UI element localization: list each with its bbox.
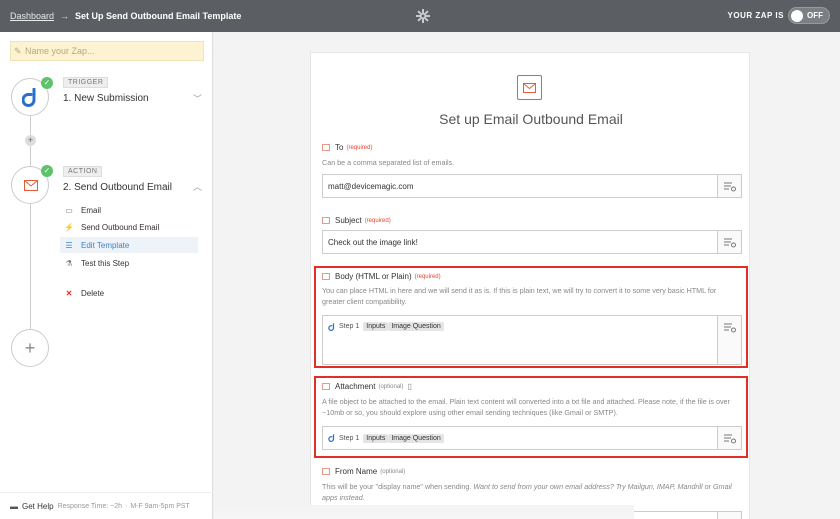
action-badge: ACTION: [63, 166, 103, 177]
top-bar: Dashboard → Set Up Send Outbound Email T…: [0, 0, 840, 32]
get-help-label: Get Help: [22, 501, 54, 511]
chevron-down-icon[interactable]: ﹀: [193, 92, 202, 105]
sidebar-item-send-outbound-email[interactable]: ⚡ Send Outbound Email: [60, 219, 198, 235]
to-help: Can be a comma separated list of emails.: [322, 158, 455, 167]
field-type-icon: [322, 144, 330, 151]
step-complete-check-icon: ✓: [41, 165, 53, 177]
to-input[interactable]: matt@devicemagic.com: [322, 174, 742, 198]
flask-icon: ⚗: [65, 258, 73, 268]
to-value: matt@devicemagic.com: [328, 181, 414, 191]
close-icon: ✕: [65, 288, 73, 298]
email-icon: [523, 83, 536, 93]
toggle-label: OFF: [807, 11, 823, 20]
breadcrumb-dashboard-link[interactable]: Dashboard: [10, 11, 54, 21]
required-marker: (required): [364, 217, 391, 224]
page-title: Set Up Send Outbound Email Template: [75, 11, 242, 21]
add-step-small-button[interactable]: +: [25, 135, 36, 146]
subject-label: Subject (required): [322, 216, 391, 225]
sidebar-item-label: Send Outbound Email: [81, 222, 160, 232]
from-name-label-text: From Name: [335, 467, 378, 476]
list-icon: ☰: [65, 240, 73, 250]
separator: ·: [124, 502, 128, 510]
add-step-button[interactable]: +: [11, 329, 49, 367]
required-marker: (required): [346, 144, 373, 151]
subject-value: Check out the image link!: [328, 237, 418, 247]
support-hours: M-F 9am-5pm PST: [130, 502, 190, 510]
body-highlight-box: [314, 266, 748, 368]
from-name-help: This will be your "display name" when se…: [322, 481, 740, 503]
sidebar-item-email[interactable]: ▭ Email: [60, 202, 198, 218]
sidebar-item-edit-template[interactable]: ☰ Edit Template: [60, 237, 198, 253]
zap-on-off-toggle[interactable]: OFF: [788, 7, 830, 24]
subject-input[interactable]: Check out the image link!: [322, 230, 742, 254]
insert-field-button[interactable]: [717, 512, 741, 519]
breadcrumb-separator: →: [60, 11, 70, 21]
field-type-icon: [322, 468, 330, 475]
from-name-help-plain: This will be your "display name" when se…: [322, 482, 472, 491]
subject-label-text: Subject: [335, 216, 362, 225]
bolt-icon: ⚡: [64, 222, 74, 232]
delete-step-button[interactable]: ✕ Delete: [60, 285, 198, 301]
bottom-fade: [214, 505, 634, 519]
to-label: To (required): [322, 143, 372, 152]
email-icon: ▭: [65, 205, 73, 215]
insert-field-icon: [724, 182, 736, 192]
email-app-icon: [517, 75, 542, 100]
to-label-text: To: [335, 143, 344, 152]
pencil-icon: ✎: [14, 46, 22, 56]
sidebar-item-test-step[interactable]: ⚗ Test this Step: [60, 255, 198, 271]
insert-field-button[interactable]: [717, 175, 741, 197]
sidebar-item-label: Edit Template: [81, 240, 130, 250]
devicemagic-logo-icon: [22, 88, 36, 107]
optional-marker: (optional): [380, 468, 406, 475]
chevron-up-icon[interactable]: ︿: [193, 180, 202, 193]
delete-label: Delete: [81, 288, 105, 298]
card-title: Set up Email Outbound Email: [439, 111, 623, 127]
trigger-step-title[interactable]: 1. New Submission: [63, 93, 149, 104]
sidebar-item-label: Test this Step: [81, 258, 130, 268]
main-panel: Set up Email Outbound Email To (required…: [214, 32, 840, 519]
trigger-badge: TRIGGER: [63, 77, 109, 88]
step-connector-line: [30, 204, 31, 330]
insert-field-button[interactable]: [717, 231, 741, 253]
chat-icon: ▬: [10, 501, 18, 511]
step-complete-check-icon: ✓: [41, 77, 53, 89]
attachment-highlight-box: [314, 376, 748, 458]
field-type-icon: [322, 217, 330, 224]
response-time: Response Time: ~2h: [57, 502, 122, 510]
gear-icon: [416, 9, 430, 23]
action-step-title[interactable]: 2. Send Outbound Email: [63, 182, 172, 193]
zap-name-input[interactable]: ✎ Name your Zap...: [10, 41, 204, 61]
sidebar-item-label: Email: [81, 205, 102, 215]
toggle-knob: [791, 10, 803, 22]
zap-name-placeholder: Name your Zap...: [25, 46, 95, 56]
from-name-label: From Name (optional): [322, 467, 405, 476]
get-help-bar[interactable]: ▬ Get Help Response Time: ~2h · M-F 9am-…: [0, 492, 213, 519]
sidebar: ✎ Name your Zap... ✓ TRIGGER 1. New Subm…: [0, 32, 213, 519]
insert-field-icon: [724, 238, 736, 248]
zap-status-label: YOUR ZAP IS: [727, 11, 784, 20]
email-icon: [24, 180, 38, 191]
